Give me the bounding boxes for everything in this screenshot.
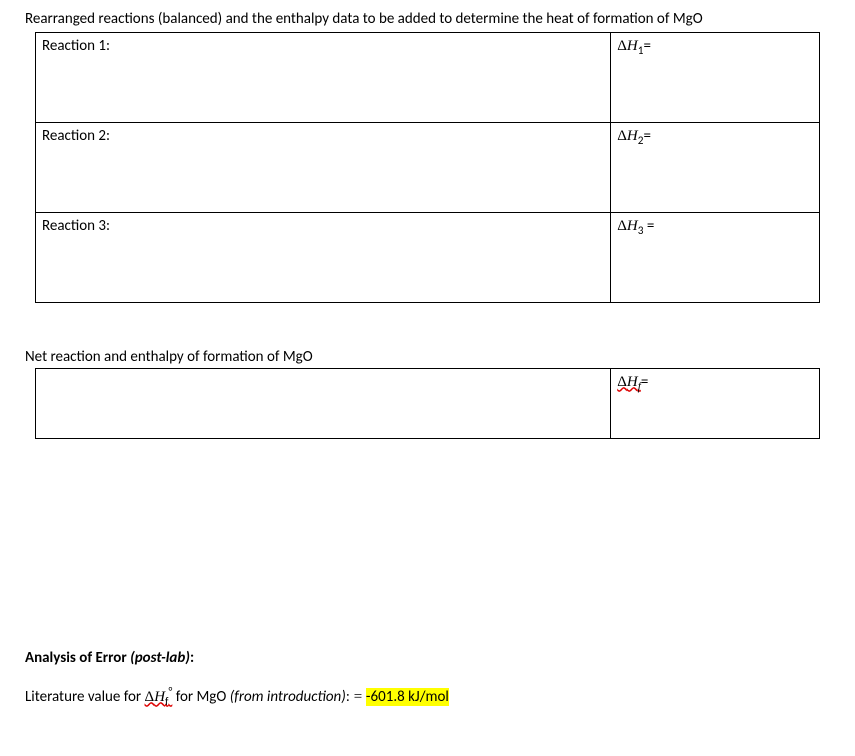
analysis-label: Analysis of Error	[25, 649, 127, 667]
intro-text: Rearranged reactions (balanced) and the …	[25, 10, 830, 30]
enthalpy-3-symbol: ΔH	[617, 218, 638, 234]
enthalpy-2-symbol: ΔH	[617, 128, 638, 144]
reaction-2-cell[interactable]: Reaction 2:	[36, 122, 611, 212]
net-enthalpy-cell[interactable]: ΔHf=	[611, 368, 820, 438]
net-reaction-cell[interactable]	[36, 368, 611, 438]
lit-value-highlight: -601.8 kJ/mol	[366, 688, 449, 706]
reaction-2-label: Reaction 2:	[42, 127, 110, 145]
net-heading: Net reaction and enthalpy of formation o…	[25, 348, 830, 366]
lit-mid: for MgO	[172, 688, 229, 706]
lit-prefix: Literature value for	[25, 688, 145, 706]
reactions-table: Reaction 1: ΔH1= Reaction 2: ΔH2= Reacti…	[35, 32, 820, 303]
enthalpy-3-equals: =	[643, 217, 654, 235]
table-row: ΔHf=	[36, 368, 820, 438]
enthalpy-2-cell[interactable]: ΔH2=	[611, 122, 820, 212]
enthalpy-1-cell[interactable]: ΔH1=	[611, 32, 820, 122]
enthalpy-1-symbol: ΔH	[617, 38, 638, 54]
reaction-3-label: Reaction 3:	[42, 217, 110, 235]
analysis-heading: Analysis of Error (post-lab):	[25, 649, 830, 667]
table-row: Reaction 2: ΔH2=	[36, 122, 820, 212]
enthalpy-3-cell[interactable]: ΔH3 =	[611, 212, 820, 302]
analysis-postlab: (post-lab)	[130, 649, 190, 667]
enthalpy-2-equals: =	[643, 127, 650, 145]
reaction-1-cell[interactable]: Reaction 1:	[36, 32, 611, 122]
literature-value-line: Literature value for ΔHf° for MgO (from …	[25, 685, 830, 709]
net-table: ΔHf=	[35, 368, 820, 439]
lit-dh-symbol: ΔHf°	[145, 688, 173, 706]
reaction-3-cell[interactable]: Reaction 3:	[36, 212, 611, 302]
lit-from: (from introduction)	[230, 688, 346, 706]
lit-colon-eq: : =	[346, 689, 366, 705]
table-row: Reaction 3: ΔH3 =	[36, 212, 820, 302]
enthalpy-1-equals: =	[643, 37, 650, 55]
table-row: Reaction 1: ΔH1=	[36, 32, 820, 122]
net-enthalpy-symbol: ΔHf	[617, 374, 641, 390]
net-enthalpy-equals: =	[641, 373, 648, 391]
reaction-1-label: Reaction 1:	[42, 37, 110, 55]
analysis-colon: :	[190, 649, 194, 667]
